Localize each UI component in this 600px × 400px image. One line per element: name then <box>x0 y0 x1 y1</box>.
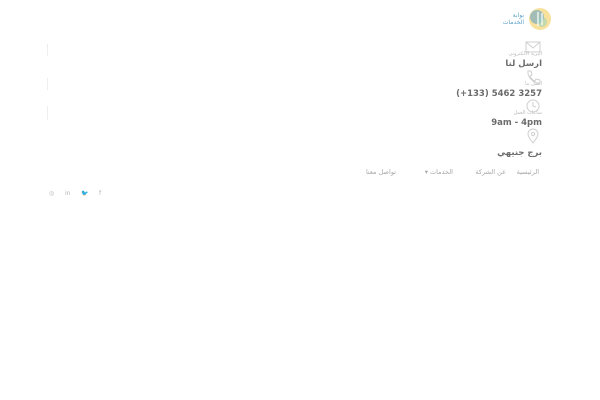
nav-item-services[interactable]: الخدمات ▾ <box>425 168 453 176</box>
main-nav: الرئيسية عن الشركة الخدمات ▾ تواصل معنا <box>355 168 543 178</box>
social-links: ◎ in 🐦 f <box>46 190 106 200</box>
divider-line <box>47 106 48 120</box>
divider-line <box>47 78 48 90</box>
location-pin-icon <box>527 128 539 144</box>
nav-item-contact[interactable]: تواصل معنا <box>366 168 396 176</box>
divider-line <box>47 44 48 56</box>
nav-item-about[interactable]: عن الشركة <box>475 168 506 176</box>
brand-logo[interactable]: بوابة الخدمات <box>496 7 552 33</box>
brand-name-line2: الخدمات <box>502 19 524 26</box>
facebook-icon[interactable]: f <box>99 190 101 197</box>
hours-caption: ساعات العمل <box>513 110 542 116</box>
brand-name: بوابة الخدمات <box>496 12 524 26</box>
nav-item-home[interactable]: الرئيسية <box>517 168 539 176</box>
logo-mark-icon <box>529 8 551 30</box>
linkedin-icon[interactable]: in <box>65 190 70 197</box>
brand-name-line1: بوابة <box>512 12 524 19</box>
mail-caption: البريد الالكتروني <box>508 51 542 57</box>
phone-caption: اتصل بنا <box>525 81 542 87</box>
instagram-icon[interactable]: ◎ <box>49 190 54 197</box>
location-value[interactable]: برج جنيهي <box>497 148 542 158</box>
twitter-icon[interactable]: 🐦 <box>81 190 88 197</box>
